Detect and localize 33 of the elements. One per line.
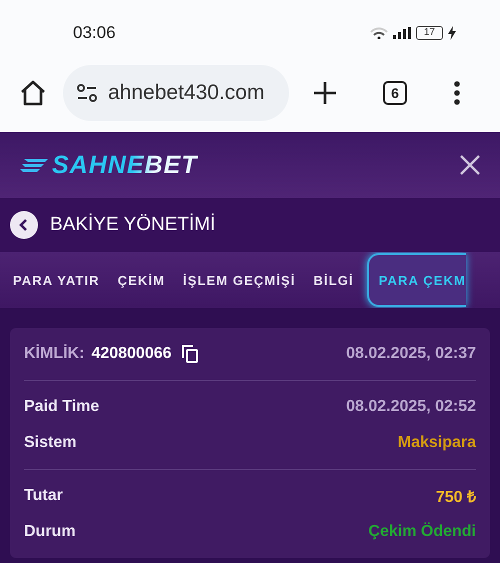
status-time: 03:06: [73, 22, 116, 42]
tab[interactable]: PARA ÇEKM: [366, 253, 466, 307]
logo-icon: [20, 157, 50, 173]
signal-icon: [392, 26, 411, 38]
tab[interactable]: PARA YATIR: [4, 253, 109, 307]
field-value: Çekim Ödendi: [368, 523, 476, 541]
close-icon[interactable]: [460, 155, 480, 175]
field-value: 08.02.2025, 02:52: [346, 398, 476, 416]
more-icon[interactable]: [453, 81, 461, 105]
charging-icon: [448, 26, 456, 40]
chevron-left-icon: [18, 218, 30, 232]
page-title: BAKİYE YÖNETİMİ: [50, 214, 216, 236]
battery-level: 17: [416, 26, 443, 40]
home-icon[interactable]: [19, 79, 47, 107]
id-value: 420800066: [91, 345, 172, 363]
field-label: Durum: [24, 523, 76, 541]
copy-icon[interactable]: [182, 345, 198, 363]
tab-count-button[interactable]: 6: [383, 81, 407, 105]
field-label: Tutar: [24, 487, 63, 505]
created-date: 08.02.2025, 02:37: [346, 345, 476, 363]
site-settings-icon[interactable]: [76, 83, 98, 103]
plus-icon[interactable]: [313, 81, 337, 105]
field-value: 750 ₺: [436, 488, 476, 507]
tab[interactable]: BİLGİ: [304, 253, 363, 307]
field-value: Maksipara: [398, 434, 476, 452]
field-label: Sistem: [24, 434, 76, 452]
field-label: Paid Time: [24, 398, 100, 416]
tab[interactable]: ÇEKİM: [108, 253, 174, 307]
back-button[interactable]: [10, 211, 38, 239]
wifi-icon: [370, 26, 388, 38]
id-label: KİMLİK:: [24, 345, 84, 363]
address-bar[interactable]: ahnebet430.com: [63, 65, 289, 121]
tab[interactable]: İŞLEM GEÇMİŞİ: [174, 253, 305, 307]
